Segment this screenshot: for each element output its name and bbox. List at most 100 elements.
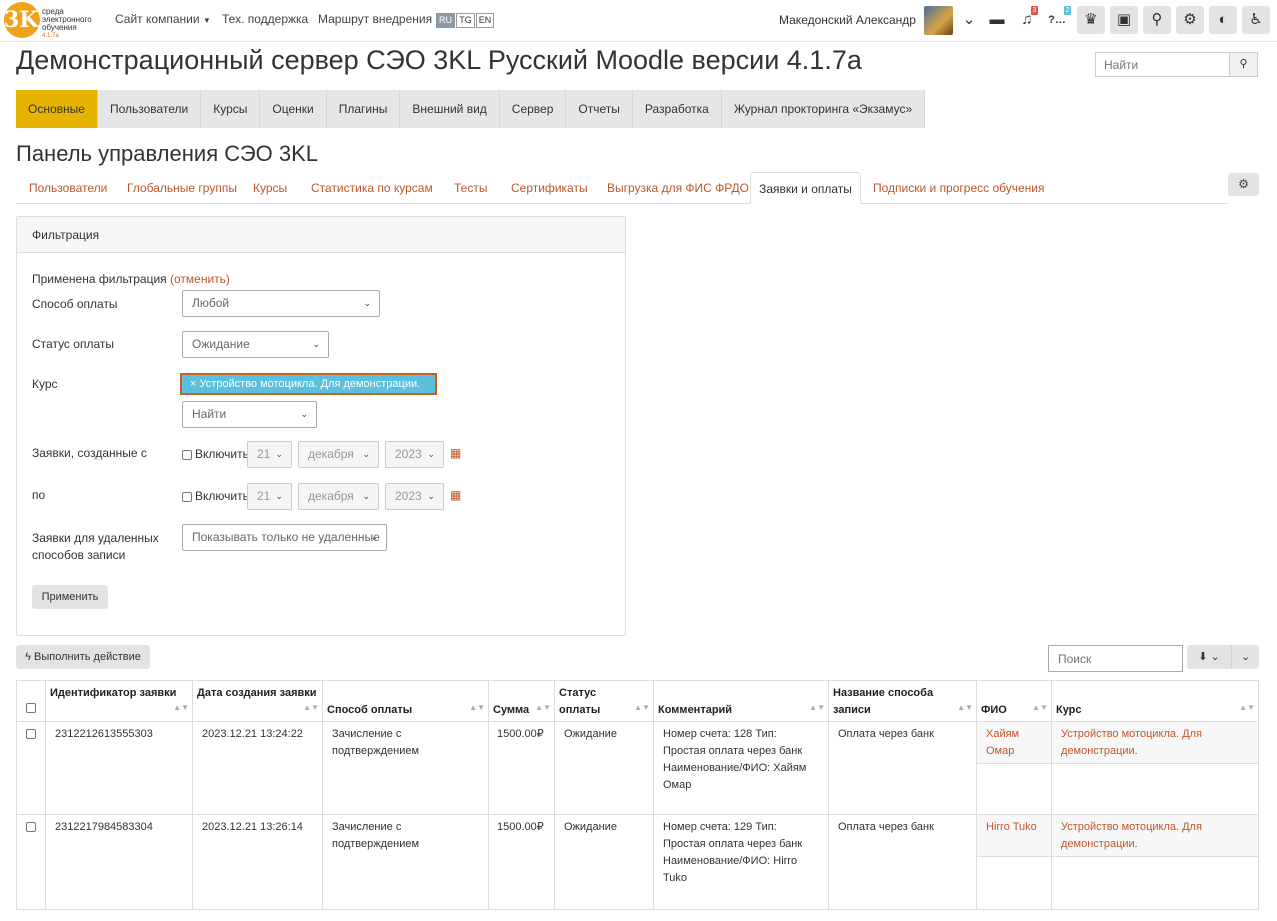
message-icon[interactable]: ▬ [983, 6, 1011, 34]
header-payment-method[interactable]: Способ оплаты ▲▼ [323, 681, 489, 722]
execute-action-button[interactable]: ϟ Выполнить действие [16, 645, 150, 669]
nav-link-company[interactable]: Сайт компании ▼ [115, 12, 211, 26]
trophy-icon[interactable]: ♛ [1077, 6, 1105, 34]
course-search-select[interactable]: Найти ⌄ [182, 401, 317, 428]
deleted-enrol-select[interactable]: Показывать только не удаленные ⌄ [182, 524, 387, 551]
row-2-fio-cell: Hirro Tuko [977, 815, 1052, 857]
row-1-course-link[interactable]: Устройство мотоцикла. Для демонстрации. [1061, 728, 1202, 757]
header-fio[interactable]: ФИО ▲▼ [977, 681, 1052, 722]
panel-sub-tabs: Пользователи Глобальные группы Курсы Ста… [16, 172, 1228, 204]
tab-appearance[interactable]: Внешний вид [400, 90, 500, 128]
header-fio-label: ФИО [981, 704, 1007, 716]
row-1-order-id: 2312212613555303 [46, 722, 193, 815]
toggle-icon[interactable]: ◐ [1209, 6, 1237, 34]
row-2-comment: Номер счета: 129 Тип: Простая оплата чер… [654, 815, 829, 910]
chevron-down-icon: ⌄ [427, 491, 435, 501]
subtab-tests[interactable]: Тесты [454, 172, 487, 204]
nav-link-route[interactable]: Маршрут внедрения [318, 12, 432, 26]
sort-icon: ▲▼ [634, 703, 650, 712]
settings-menu-button[interactable]: ⚙ [1228, 173, 1259, 196]
sort-icon: ▲▼ [1239, 703, 1255, 712]
lang-ru[interactable]: RU [436, 13, 455, 28]
subtab-fis-frdo[interactable]: Выгрузка для ФИС ФРДО [607, 172, 749, 204]
header-order-id[interactable]: Идентификатор заявки ▲▼ [46, 681, 193, 722]
created-from-day-select[interactable]: 21 ⌄ [247, 441, 292, 468]
subtab-course-stats[interactable]: Статистика по курсам [311, 172, 433, 204]
sort-icon: ▲▼ [535, 703, 551, 712]
created-from-enable-checkbox[interactable] [182, 450, 192, 460]
tab-courses[interactable]: Курсы [201, 90, 261, 128]
header-comment[interactable]: Комментарий ▲▼ [654, 681, 829, 722]
search-button[interactable]: ⚲ [1229, 52, 1258, 77]
tab-development[interactable]: Разработка [632, 90, 722, 128]
chevron-down-icon: ⌄ [275, 449, 283, 459]
subtab-global-groups[interactable]: Глобальные группы [127, 172, 237, 204]
site-logo[interactable]: 3KL среда электронного обучения 4.1.7a [4, 2, 104, 40]
subtab-certificates[interactable]: Сертификаты [511, 172, 588, 204]
search-icon[interactable]: ⚲ [1143, 6, 1171, 34]
select-all-checkbox[interactable] [26, 703, 36, 713]
header-course[interactable]: Курс ▲▼ [1052, 681, 1258, 722]
subtab-subscriptions[interactable]: Подписки и прогресс обучения [873, 172, 1045, 204]
subtab-orders-payments[interactable]: Заявки и оплаты [750, 172, 861, 204]
tab-reports[interactable]: Отчеты [566, 90, 633, 128]
header-comment-label: Комментарий [658, 704, 733, 716]
gear-icon[interactable]: ⚙ [1176, 6, 1204, 34]
chevron-down-icon[interactable]: ⌄ [955, 6, 983, 34]
subtab-courses[interactable]: Курсы [253, 172, 287, 204]
user-name[interactable]: Македонский Александр [779, 13, 916, 27]
header-payment-status[interactable]: Статус оплаты ▲▼ [555, 681, 654, 722]
course-filter-tag[interactable]: × Устройство мотоцикла. Для демонстрации… [180, 373, 437, 395]
row-2-fio-link[interactable]: Hirro Tuko [986, 821, 1037, 833]
deleted-enrol-value: Показывать только не удаленные [192, 530, 380, 544]
orders-table: Идентификатор заявки ▲▼ Дата создания зая… [16, 680, 1259, 910]
row-2-sum: 1500.00₽ [489, 815, 555, 910]
filter-cancel-link[interactable]: (отменить) [170, 272, 230, 286]
tab-plugins[interactable]: Плагины [326, 90, 401, 128]
row-1-fio-link[interactable]: Хайям Омар [986, 728, 1019, 757]
row-2-course-link[interactable]: Устройство мотоцикла. Для демонстрации. [1061, 821, 1202, 850]
search-input[interactable] [1095, 52, 1230, 77]
created-to-enable-checkbox[interactable] [182, 492, 192, 502]
tab-proctoring-log[interactable]: Журнал прокторинга «Экзамус» [721, 90, 926, 128]
header-enrol-name[interactable]: Название способа записи ▲▼ [829, 681, 977, 722]
apply-filter-button[interactable]: Применить [32, 585, 108, 609]
tasks-icon[interactable]: ▣ [1110, 6, 1138, 34]
header-sum-label: Сумма [493, 704, 530, 716]
nav-link-support[interactable]: Тех. поддержка [222, 12, 308, 26]
created-from-month-select[interactable]: декабря ⌄ [298, 441, 379, 468]
sort-icon: ▲▼ [303, 703, 319, 712]
calendar-icon[interactable]: ▦ [450, 446, 461, 460]
download-button[interactable]: ⬇ ⌄ [1187, 645, 1231, 669]
header-order-id-label: Идентификатор заявки [50, 687, 177, 699]
header-course-label: Курс [1056, 704, 1082, 716]
lang-tg[interactable]: TG [456, 13, 475, 28]
tab-general[interactable]: Основные [16, 90, 98, 128]
payment-status-select[interactable]: Ожидание ⌄ [182, 331, 329, 358]
sort-icon: ▲▼ [469, 703, 485, 712]
page-title: Демонстрационный сервер СЭО 3KL Русский … [16, 45, 862, 75]
header-sum[interactable]: Сумма ▲▼ [489, 681, 555, 722]
payment-method-select[interactable]: Любой ⌄ [182, 290, 380, 317]
lang-en[interactable]: EN [476, 13, 494, 28]
tab-grades[interactable]: Оценки [260, 90, 327, 128]
calendar-icon[interactable]: ▦ [450, 488, 461, 502]
from-month-value: декабря [308, 447, 354, 461]
created-to-day-select[interactable]: 21 ⌄ [247, 483, 292, 510]
created-to-year-select[interactable]: 2023 ⌄ [385, 483, 444, 510]
subtab-users[interactable]: Пользователи [29, 172, 107, 204]
row-2-course-filler [1052, 857, 1258, 910]
tab-server[interactable]: Сервер [499, 90, 567, 128]
created-from-year-select[interactable]: 2023 ⌄ [385, 441, 444, 468]
created-to-month-select[interactable]: декабря ⌄ [298, 483, 379, 510]
row-2-checkbox[interactable] [26, 822, 36, 832]
header-created-date[interactable]: Дата создания заявки ▲▼ [193, 681, 323, 722]
expand-button[interactable]: ⌄ [1231, 645, 1259, 669]
table-search-input[interactable] [1048, 645, 1183, 672]
avatar[interactable] [924, 6, 953, 35]
chevron-down-icon: ⌄ [427, 449, 435, 459]
chevron-down-icon: ⌄ [275, 491, 283, 501]
tab-users[interactable]: Пользователи [97, 90, 202, 128]
accessibility-icon[interactable]: ♿ [1242, 6, 1270, 34]
row-1-checkbox[interactable] [26, 729, 36, 739]
